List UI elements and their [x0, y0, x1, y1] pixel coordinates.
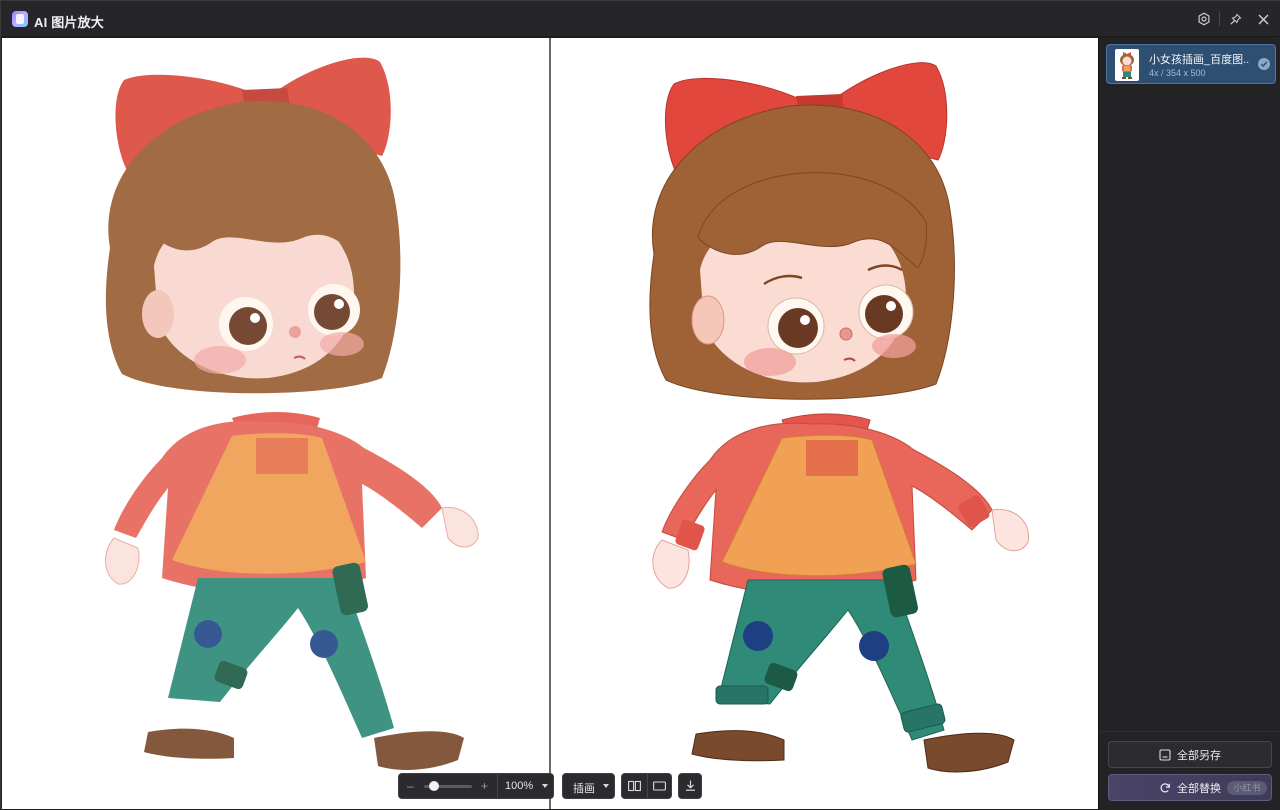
file-thumbnail — [1115, 49, 1139, 81]
girl-illustration-original — [105, 57, 479, 770]
side-by-side-icon[interactable] — [628, 780, 641, 795]
refresh-icon — [1160, 782, 1170, 792]
title-bar: AI 图片放大 — [1, 1, 1280, 37]
zoom-out-button[interactable]: – — [407, 779, 414, 793]
replace-all-label: 全部替换 — [1177, 782, 1221, 795]
watermark: 小红书 — [1227, 781, 1267, 795]
save-all-button[interactable]: 全部另存 — [1108, 741, 1272, 768]
preview-canvas[interactable] — [2, 38, 1098, 809]
view-mode-toggle — [621, 773, 672, 799]
zoom-control: – + 100% — [398, 773, 554, 799]
view-separator — [647, 774, 648, 798]
app-logo-icon — [12, 11, 28, 27]
save-all-label: 全部另存 — [1177, 749, 1221, 762]
upscaled-image — [550, 38, 1098, 809]
close-icon[interactable] — [1254, 10, 1272, 28]
settings-icon[interactable] — [1195, 10, 1213, 28]
girl-illustration-upscaled — [649, 62, 1030, 773]
save-icon — [1159, 748, 1171, 761]
pin-icon[interactable] — [1226, 10, 1244, 28]
file-name: 小女孩插画_百度图... — [1149, 54, 1249, 66]
file-sidebar: 小女孩插画_百度图... 4x / 354 x 500 全部另存 全部替换 小红… — [1098, 38, 1280, 810]
zoom-in-button[interactable]: + — [481, 779, 488, 793]
chevron-down-icon[interactable] — [603, 784, 609, 788]
single-view-icon[interactable] — [653, 780, 666, 795]
mode-select[interactable]: 插画 — [562, 773, 615, 799]
zoom-value-dropdown[interactable]: 100% — [505, 780, 533, 792]
original-image — [2, 38, 550, 809]
titlebar-separator — [1219, 12, 1220, 26]
sidebar-separator — [1099, 731, 1280, 732]
check-icon — [1258, 58, 1270, 70]
chevron-down-icon[interactable] — [542, 784, 548, 788]
download-button[interactable] — [678, 773, 702, 799]
download-icon[interactable] — [684, 779, 697, 795]
mode-select-label[interactable]: 插画 — [573, 780, 595, 796]
app-window: AI 图片放大 – + 100% 插画 小女孩插画_百度图... 4x / 35… — [0, 0, 1280, 810]
zoom-slider-thumb[interactable] — [428, 781, 439, 791]
file-meta: 4x / 354 x 500 — [1149, 68, 1206, 78]
zoom-separator — [497, 774, 498, 798]
file-list-item[interactable]: 小女孩插画_百度图... 4x / 354 x 500 — [1106, 44, 1276, 84]
app-title: AI 图片放大 — [34, 15, 105, 30]
